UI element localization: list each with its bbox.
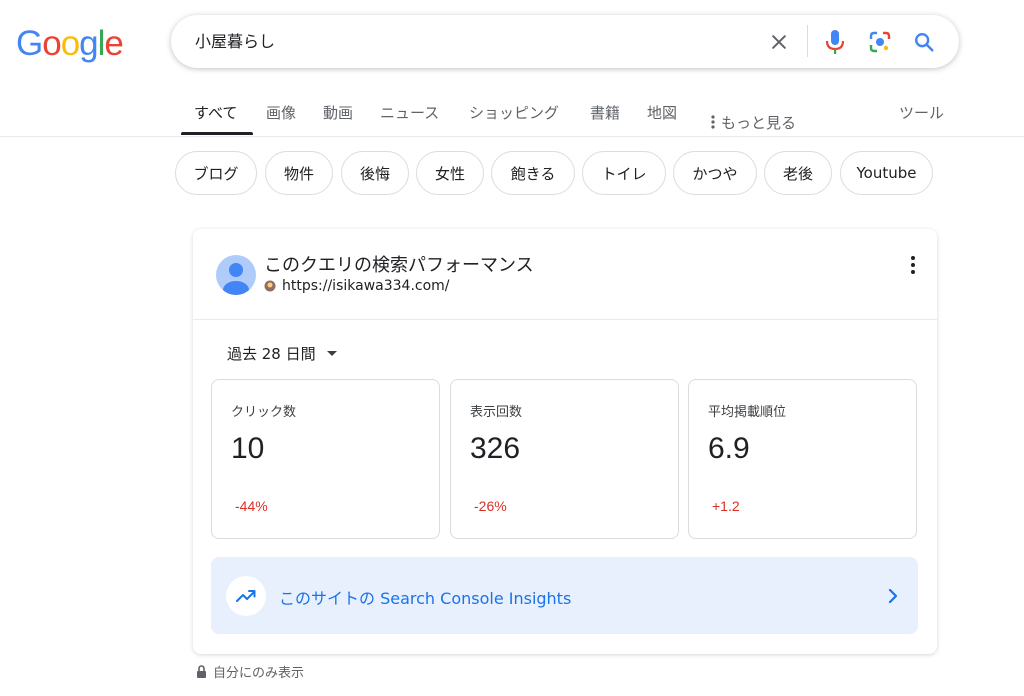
period-label: 過去 28 日間 bbox=[227, 345, 316, 363]
search-box[interactable]: 小屋暮らし bbox=[171, 15, 959, 68]
google-logo[interactable]: Google bbox=[16, 24, 124, 64]
site-favicon-icon bbox=[264, 280, 276, 292]
metric-value: 10 bbox=[231, 432, 265, 465]
chevron-right-icon bbox=[881, 584, 905, 608]
card-divider bbox=[193, 319, 937, 320]
search-results-page: Google 小屋暮らし すべて 画像 動画 ニュース ショッピング 書籍 地図… bbox=[0, 0, 1024, 696]
chip-bored[interactable]: 飽きる bbox=[491, 151, 575, 195]
clear-icon[interactable] bbox=[765, 28, 793, 56]
metric-label: クリック数 bbox=[231, 405, 297, 420]
active-tab-underline bbox=[181, 132, 253, 135]
tab-more-label: もっと見る bbox=[721, 113, 797, 132]
private-note-label: 自分にのみ表示 bbox=[213, 666, 305, 681]
logo-letter: o bbox=[42, 24, 61, 63]
logo-letter: g bbox=[79, 24, 98, 63]
metric-label: 平均掲載順位 bbox=[708, 405, 787, 420]
chip-women[interactable]: 女性 bbox=[416, 151, 484, 195]
site-url[interactable]: https://isikawa334.com/ bbox=[282, 278, 450, 294]
metric-impressions: 表示回数 326 -26% bbox=[450, 379, 679, 539]
search-box-divider bbox=[807, 25, 808, 57]
metric-change: -26% bbox=[474, 498, 507, 514]
metric-avg-position: 平均掲載順位 6.9 +1.2 bbox=[688, 379, 917, 539]
search-input[interactable]: 小屋暮らし bbox=[195, 15, 275, 68]
search-performance-card: このクエリの検索パフォーマンス https://isikawa334.com/ … bbox=[193, 229, 937, 654]
search-console-insights-link[interactable]: このサイトの Search Console Insights bbox=[211, 557, 918, 634]
tabs-divider bbox=[0, 136, 1024, 137]
card-title: このクエリの検索パフォーマンス bbox=[264, 255, 534, 276]
card-menu-icon[interactable] bbox=[901, 253, 925, 277]
metric-change: +1.2 bbox=[712, 498, 740, 514]
chip-youtube[interactable]: Youtube bbox=[840, 151, 933, 195]
logo-letter: o bbox=[60, 24, 80, 63]
logo-letter: G bbox=[16, 24, 43, 63]
logo-letter: e bbox=[104, 24, 123, 63]
lock-icon bbox=[197, 665, 206, 678]
chip-regret[interactable]: 後悔 bbox=[341, 151, 409, 195]
chip-toilet[interactable]: トイレ bbox=[582, 151, 666, 195]
metric-change: -44% bbox=[235, 498, 268, 514]
chip-old-age[interactable]: 老後 bbox=[764, 151, 832, 195]
search-icon[interactable] bbox=[910, 28, 938, 56]
trending-up-icon bbox=[226, 576, 266, 616]
period-dropdown[interactable]: 過去 28 日間 bbox=[227, 343, 338, 364]
more-vert-icon bbox=[711, 115, 715, 129]
metric-label: 表示回数 bbox=[470, 405, 523, 420]
private-note: 自分にのみ表示 bbox=[196, 662, 304, 681]
lens-icon[interactable] bbox=[866, 28, 894, 56]
site-url-row: https://isikawa334.com/ bbox=[264, 278, 450, 294]
caret-down-icon bbox=[326, 350, 337, 356]
mic-icon[interactable] bbox=[821, 28, 849, 56]
chip-katsuya[interactable]: かつや bbox=[673, 151, 757, 195]
metric-clicks: クリック数 10 -44% bbox=[211, 379, 440, 539]
logo-letter: l bbox=[97, 24, 106, 63]
insights-label: このサイトの Search Console Insights bbox=[279, 589, 572, 608]
metric-value: 6.9 bbox=[708, 432, 750, 465]
chip-property[interactable]: 物件 bbox=[265, 151, 333, 195]
avatar bbox=[216, 255, 256, 295]
chip-blog[interactable]: ブログ bbox=[175, 151, 257, 195]
metric-value: 326 bbox=[470, 432, 521, 465]
